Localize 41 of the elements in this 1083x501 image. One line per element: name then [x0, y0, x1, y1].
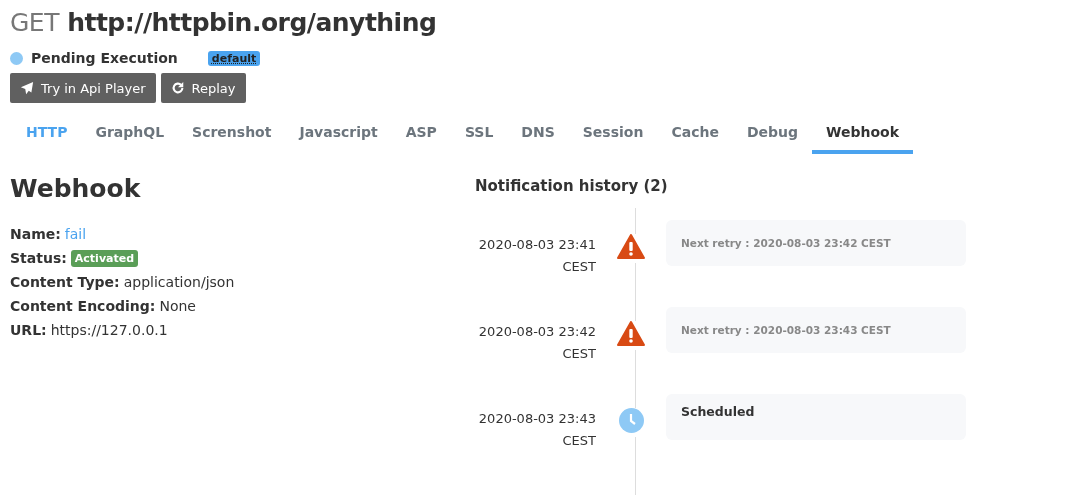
section-title: Webhook	[10, 173, 142, 205]
clock-icon	[618, 408, 644, 437]
event-timezone: CEST	[562, 345, 596, 363]
history-title: Notification history (2)	[475, 176, 669, 197]
tab[interactable]: Javascript	[285, 114, 392, 154]
field-label: Content Type:	[10, 273, 120, 292]
send-icon	[20, 81, 34, 95]
field-label: URL:	[10, 321, 47, 340]
tab[interactable]: Debug	[732, 114, 813, 154]
tab[interactable]: DNS	[507, 114, 569, 154]
event-timezone: CEST	[562, 432, 596, 450]
tab[interactable]: Webhook	[812, 114, 914, 154]
event-timezone: CEST	[562, 258, 596, 276]
tab[interactable]: ASP	[391, 114, 451, 154]
event-date: 2020-08-03 23:41	[478, 236, 596, 254]
field-value: https://127.0.0.1	[50, 321, 168, 340]
event-card: Next retry : 2020-08-03 23:42 CEST	[666, 220, 966, 266]
status-label: Pending Execution	[31, 50, 178, 66]
refresh-icon	[170, 81, 185, 95]
replay-button[interactable]: Replay	[160, 73, 246, 103]
event-card: Next retry : 2020-08-03 23:43 CEST	[666, 307, 966, 353]
tab[interactable]: HTTP	[12, 114, 82, 154]
event-date: 2020-08-03 23:43	[478, 410, 596, 428]
field-label: Name:	[10, 225, 61, 244]
tab[interactable]: Screnshot	[178, 114, 286, 154]
request-url: http://httpbin.org/anything	[67, 8, 437, 37]
field-label: Status:	[10, 249, 67, 268]
try-api-player-button[interactable]: Try in Api Player	[10, 73, 156, 103]
tab[interactable]: Session	[568, 114, 658, 154]
field-value: application/json	[123, 273, 235, 292]
tab[interactable]: SSL	[450, 114, 508, 154]
environment-tag: default	[207, 50, 261, 66]
event-date: 2020-08-03 23:42	[478, 323, 596, 341]
field-value: None	[159, 297, 196, 316]
tab[interactable]: GraphQL	[81, 114, 179, 154]
tab[interactable]: Cache	[657, 114, 733, 154]
status-badge: Activated	[70, 249, 139, 267]
event-card: Scheduled	[666, 394, 966, 440]
field-label: Content Encoding:	[10, 297, 156, 316]
webhook-name-link[interactable]: fail	[64, 222, 87, 246]
http-method: GET	[10, 8, 59, 37]
